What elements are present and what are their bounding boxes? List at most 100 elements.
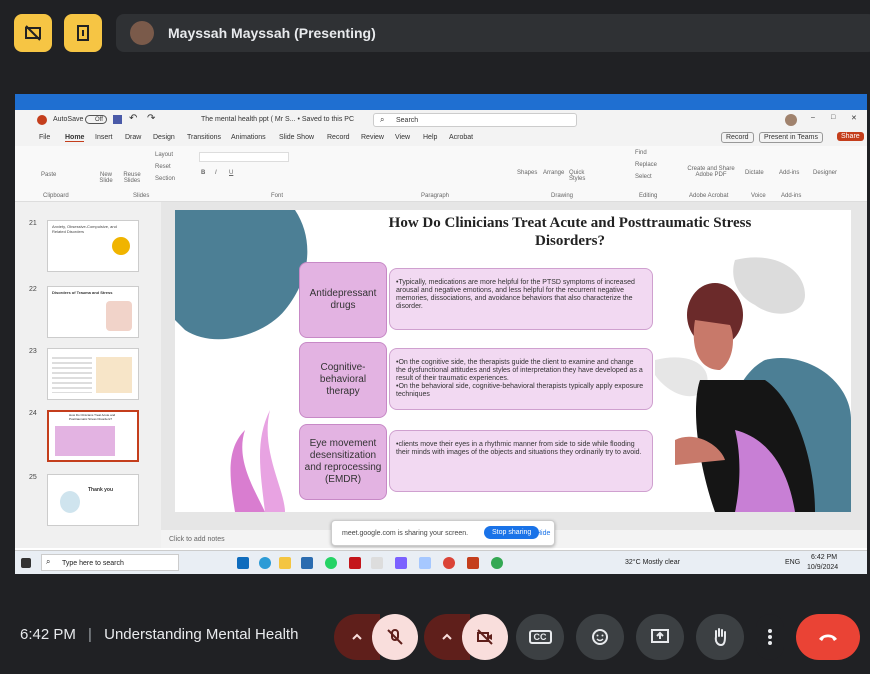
menu-slide-show[interactable]: Slide Show [279, 134, 314, 141]
mail-icon[interactable] [301, 557, 313, 569]
menu-animations[interactable]: Animations [231, 134, 266, 141]
paste-button[interactable]: Paste [41, 172, 56, 178]
slide-thumbnail-21[interactable]: Anxiety, Obsessive-Compulsive, and Relat… [47, 220, 139, 272]
stop-sharing-button[interactable]: Stop sharing [484, 526, 540, 539]
share-button[interactable]: Share [837, 132, 864, 141]
menu-help[interactable]: Help [423, 134, 437, 141]
menu-home[interactable]: Home [65, 134, 85, 142]
more-vert-icon [768, 629, 772, 645]
chevron-up-icon [352, 633, 362, 640]
taskbar-search-box[interactable]: ⌕ Type here to search [41, 554, 179, 571]
italic-button[interactable]: I [215, 170, 217, 176]
menu-design[interactable]: Design [153, 134, 175, 141]
quick-styles-button[interactable]: Quick Styles [569, 170, 593, 182]
layout-button[interactable]: Layout [155, 152, 173, 158]
font-name-box[interactable] [199, 152, 289, 162]
menu-transitions[interactable]: Transitions [187, 134, 221, 141]
app-icon[interactable] [395, 557, 407, 569]
raise-hand-button[interactable] [696, 614, 744, 660]
file-icon[interactable] [371, 557, 383, 569]
record-button[interactable]: Record [721, 132, 754, 143]
replace-button[interactable]: Replace [635, 162, 657, 168]
hand-icon [714, 628, 726, 647]
section-button[interactable]: Section [155, 176, 175, 182]
shapes-button[interactable]: Shapes [517, 170, 537, 176]
reset-button[interactable]: Reset [155, 164, 171, 170]
files-icon[interactable] [419, 557, 431, 569]
dictate-button[interactable]: Dictate [745, 170, 764, 176]
redo-icon[interactable]: ↷ [147, 113, 155, 124]
taskbar-time[interactable]: 6:42 PM [811, 554, 837, 561]
camera-off-button[interactable] [462, 614, 508, 660]
slide[interactable]: How Do Clinicians Treat Acute and Posttr… [175, 210, 851, 512]
find-button[interactable]: Find [635, 150, 647, 156]
slide-thumbnail-24[interactable]: How Do Clinicians Treat Acute and Posttr… [47, 410, 139, 462]
thumb-graphic [60, 491, 80, 513]
taskbar-date[interactable]: 10/9/2024 [807, 564, 838, 571]
new-slide-button[interactable]: New Slide [95, 172, 117, 184]
arrange-button[interactable]: Arrange [543, 170, 564, 176]
minimize-icon[interactable]: – [811, 114, 815, 121]
autosave-label: AutoSave [53, 116, 84, 123]
outlook-icon[interactable] [237, 557, 249, 569]
whatsapp-icon[interactable] [325, 557, 337, 569]
powerpoint-icon[interactable] [467, 557, 479, 569]
menu-draw[interactable]: Draw [125, 134, 141, 141]
thumb-number: 25 [29, 474, 37, 481]
edge-icon[interactable] [259, 557, 271, 569]
avatar[interactable] [785, 114, 797, 126]
meeting-time: 6:42 PM [20, 626, 76, 643]
menu-insert[interactable]: Insert [95, 134, 113, 141]
thumb-title: How Do Clinicians Treat Acute and Posttr… [69, 413, 116, 421]
shared-screen: AutoSave Off ↶ ↷ The mental health ppt (… [15, 94, 867, 574]
slide-thumbnail-25[interactable]: Thank you [47, 474, 139, 526]
group-adobe-acrobat: Adobe Acrobat [689, 193, 729, 199]
more-options-button[interactable] [756, 614, 784, 660]
presentation-off-button[interactable] [14, 14, 52, 52]
weather-status[interactable]: 32°C Mostly clear [625, 559, 680, 566]
end-call-button[interactable] [796, 614, 860, 660]
slide-thumbnail-pane: 21 Anxiety, Obsessive-Compulsive, and Re… [15, 202, 161, 548]
language-indicator[interactable]: ENG [785, 559, 800, 566]
windows-start-icon[interactable] [21, 558, 31, 568]
chrome-icon[interactable] [491, 557, 503, 569]
present-screen-button[interactable] [636, 614, 684, 660]
underline-button[interactable]: U [229, 170, 233, 176]
autosave-toggle[interactable]: Off [85, 115, 107, 124]
menu-file[interactable]: File [39, 134, 50, 141]
menu-acrobat[interactable]: Acrobat [449, 134, 473, 141]
file-explorer-icon[interactable] [279, 557, 291, 569]
windows-taskbar: ⌕ Type here to search 32°C Mostly clear … [15, 550, 867, 574]
menu-record[interactable]: Record [327, 134, 350, 141]
screen-share-bar: meet.google.com is sharing your screen. … [331, 520, 555, 546]
add-ins-button[interactable]: Add-ins [779, 170, 799, 176]
hide-button[interactable]: Hide [536, 530, 550, 537]
thumb-graphic [55, 426, 115, 456]
close-icon[interactable]: ✕ [851, 114, 857, 122]
chrome-icon[interactable] [443, 557, 455, 569]
select-button[interactable]: Select [635, 174, 652, 180]
present-in-teams-button[interactable]: Present in Teams [759, 132, 823, 143]
bold-button[interactable]: B [201, 170, 205, 176]
save-icon[interactable] [113, 115, 122, 124]
reactions-button[interactable] [576, 614, 624, 660]
captions-button[interactable]: CC [516, 614, 564, 660]
thumb-number: 24 [29, 410, 37, 417]
mic-off-icon [387, 629, 403, 645]
undo-icon[interactable]: ↶ [129, 113, 137, 124]
create-share-pdf-button[interactable]: Create and Share Adobe PDF [683, 166, 739, 178]
group-drawing: Drawing [551, 193, 574, 199]
group-add-ins: Add-ins [781, 193, 802, 199]
pdf-icon[interactable] [349, 557, 361, 569]
reuse-slides-button[interactable]: Reuse Slides [121, 172, 143, 184]
slide-thumbnail-22[interactable]: Disorders of Trauma and Stress [47, 286, 139, 338]
menu-review[interactable]: Review [361, 134, 384, 141]
slide-thumbnail-23[interactable] [47, 348, 139, 400]
menu-view[interactable]: View [395, 134, 410, 141]
ppt-search-box[interactable]: ⌕ Search [373, 113, 577, 127]
maximize-icon[interactable]: □ [831, 114, 835, 121]
door-exit-button[interactable] [64, 14, 102, 52]
presenter-banner: Mayssah Mayssah (Presenting) [116, 14, 870, 52]
designer-button[interactable]: Designer [813, 170, 837, 176]
mute-microphone-button[interactable] [372, 614, 418, 660]
